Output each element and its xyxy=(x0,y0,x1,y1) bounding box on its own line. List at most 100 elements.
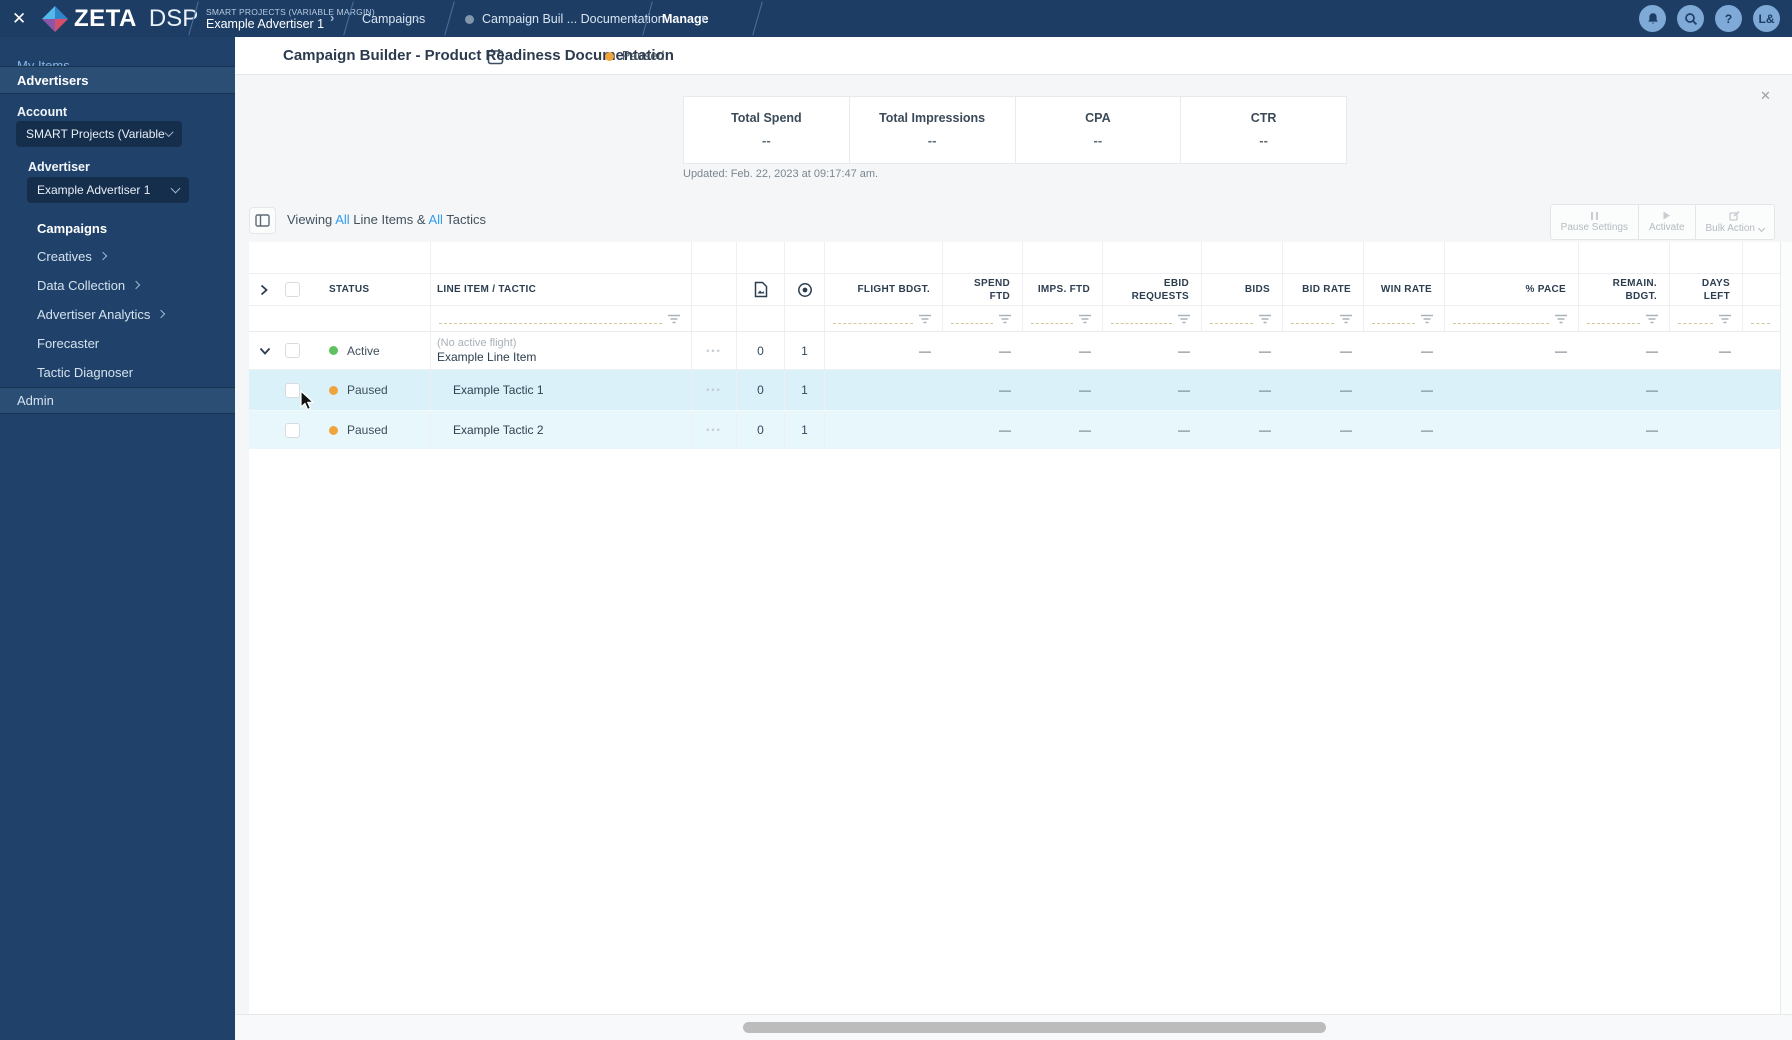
header-days-left[interactable]: DAYS LEFT xyxy=(1670,274,1743,305)
header-remain-bdgt[interactable]: REMAIN. BDGT. xyxy=(1579,274,1670,305)
table-header-row: STATUS LINE ITEM / TACTIC FLIGHT BDGT. S… xyxy=(249,274,1780,306)
sidebar-item-advertiser-analytics[interactable]: Advertiser Analytics xyxy=(10,301,225,327)
filter-ebid-requests[interactable] xyxy=(1103,306,1202,331)
stat-cpa: CPA -- xyxy=(1014,97,1181,163)
sidebar-item-campaigns[interactable]: Campaigns xyxy=(10,215,225,241)
tactic-name[interactable]: Example Tactic 2 xyxy=(431,423,544,437)
advertiser-select[interactable]: Example Advertiser 1 xyxy=(27,177,189,203)
row-expander-cell[interactable] xyxy=(249,332,278,369)
row-menu-cell: ••• xyxy=(692,370,737,410)
status-cell: Paused xyxy=(317,411,431,449)
header-win-rate[interactable]: WIN RATE xyxy=(1364,274,1445,305)
line-item-name[interactable]: Example Line Item xyxy=(437,350,536,364)
filter-bid-rate[interactable] xyxy=(1283,306,1364,331)
header-creatives[interactable] xyxy=(737,274,785,305)
viewing-middle: Line Items & xyxy=(353,212,426,227)
pause-settings-button[interactable]: Pause Settings xyxy=(1551,205,1638,239)
table-row-tactic-1[interactable]: Paused Example Tactic 1 ••• 0 1 — — — — … xyxy=(249,370,1780,411)
filter-win-rate[interactable] xyxy=(1364,306,1445,331)
header-tactics[interactable] xyxy=(785,274,825,305)
horizontal-scrollbar-track[interactable] xyxy=(235,1014,1792,1040)
status-cell: Paused xyxy=(317,370,431,410)
row-select-cell xyxy=(278,370,317,410)
header-imps-ftd[interactable]: IMPS. FTD xyxy=(1023,274,1103,305)
row-checkbox[interactable] xyxy=(285,382,300,398)
sidebar-item-forecaster[interactable]: Forecaster xyxy=(10,330,225,356)
avatar-initials: L& xyxy=(1758,11,1775,26)
sidebar-item-label: Creatives xyxy=(37,248,92,264)
header-status[interactable]: STATUS xyxy=(317,274,431,305)
header-bid-rate[interactable]: BID RATE xyxy=(1283,274,1364,305)
cell-imps-ftd: — xyxy=(1079,343,1091,358)
filter-days-left[interactable] xyxy=(1670,306,1743,331)
tactic-name[interactable]: Example Tactic 1 xyxy=(431,383,544,397)
filter-remain-bdgt[interactable] xyxy=(1579,306,1670,331)
sidebar-item-data-collection[interactable]: Data Collection xyxy=(10,272,225,298)
horizontal-scrollbar-thumb[interactable] xyxy=(743,1022,1326,1033)
header-spend-ftd[interactable]: SPEND FTD xyxy=(943,274,1023,305)
table-filter-row xyxy=(249,306,1780,332)
header-bids[interactable]: BIDS xyxy=(1202,274,1283,305)
notifications-button[interactable] xyxy=(1639,5,1666,32)
select-all-checkbox[interactable] xyxy=(285,282,300,297)
chevron-right-icon xyxy=(260,284,268,295)
row-checkbox[interactable] xyxy=(285,343,300,358)
filter-line-item[interactable] xyxy=(431,306,692,331)
close-icon[interactable]: ✕ xyxy=(12,0,26,37)
cell-days-left xyxy=(1670,370,1743,410)
table-row-tactic-2[interactable]: Paused Example Tactic 2 ••• 0 1 — — — — … xyxy=(249,411,1780,449)
cell-spend-ftd: — xyxy=(999,423,1011,437)
sidebar-item-creatives[interactable]: Creatives xyxy=(10,243,225,269)
bell-icon xyxy=(1647,12,1658,23)
filter-all-line-items-link[interactable]: All xyxy=(335,212,349,227)
overview-close-icon[interactable]: ✕ xyxy=(1760,88,1771,104)
chevron-right-icon xyxy=(157,309,166,319)
viewing-suffix: Tactics xyxy=(446,212,487,227)
zeta-dsp-logo[interactable]: ZETA DSP xyxy=(42,0,198,37)
filter-extra[interactable] xyxy=(1743,306,1780,331)
help-button[interactable]: ? xyxy=(1715,5,1742,32)
filter-spend-ftd[interactable] xyxy=(943,306,1023,331)
filter-icon xyxy=(1340,314,1352,323)
filter-icon xyxy=(1079,314,1091,323)
sidebar-item-tactic-diagnoser[interactable]: Tactic Diagnoser xyxy=(10,359,225,385)
chevron-down-icon[interactable] xyxy=(259,347,271,355)
flight-note: (No active flight) xyxy=(437,337,517,349)
column-settings-button[interactable] xyxy=(249,207,276,234)
paused-status-dot xyxy=(329,425,338,435)
breadcrumb-account[interactable]: SMART PROJECTS (VARIABLE MARGIN) Example… xyxy=(206,0,375,37)
expand-all-cell[interactable] xyxy=(249,274,278,305)
row-checkbox[interactable] xyxy=(285,422,300,438)
account-select[interactable]: SMART Projects (Variable M... xyxy=(16,121,182,147)
creative-file-icon xyxy=(754,281,767,298)
filter-imps-ftd[interactable] xyxy=(1023,306,1103,331)
more-options-icon[interactable]: ••• xyxy=(706,385,721,395)
filter-bids[interactable] xyxy=(1202,306,1283,331)
header-pace[interactable]: % PACE xyxy=(1445,274,1579,305)
zeta-diamond-icon xyxy=(42,5,68,32)
header-flight-bdgt[interactable]: FLIGHT BDGT. xyxy=(825,274,943,305)
tactic-name-cell[interactable]: Example Tactic 1 xyxy=(431,370,692,410)
line-item-name-cell[interactable]: (No active flight) Example Line Item xyxy=(431,332,692,369)
activate-button[interactable]: Activate xyxy=(1637,205,1695,239)
sidebar-section-advertisers[interactable]: Advertisers xyxy=(0,66,235,94)
filter-pace[interactable] xyxy=(1445,306,1579,331)
tactic-name-cell[interactable]: Example Tactic 2 xyxy=(431,411,692,449)
filter-icon xyxy=(1646,314,1658,323)
user-avatar[interactable]: L& xyxy=(1753,5,1780,32)
sidebar-section-admin[interactable]: Admin xyxy=(0,387,235,414)
chevron-right-icon: › xyxy=(415,10,420,25)
vertical-scrollbar[interactable] xyxy=(1780,242,1792,1014)
header-ebid-requests[interactable]: EBID REQUESTS xyxy=(1103,274,1202,305)
table-row-line-item[interactable]: Active (No active flight) Example Line I… xyxy=(249,332,1780,370)
tactics-count: 1 xyxy=(785,332,825,369)
more-options-icon[interactable]: ••• xyxy=(706,425,721,435)
filter-all-tactics-link[interactable]: All xyxy=(428,212,442,227)
cell-imps-ftd: — xyxy=(1079,383,1091,397)
header-line-item[interactable]: LINE ITEM / TACTIC xyxy=(431,274,692,305)
filter-flight-bdgt[interactable] xyxy=(825,306,943,331)
stat-value: -- xyxy=(927,133,937,148)
more-options-icon[interactable]: ••• xyxy=(706,346,721,356)
search-button[interactable] xyxy=(1677,5,1704,32)
bulk-action-button[interactable]: Bulk Action xyxy=(1694,205,1774,239)
